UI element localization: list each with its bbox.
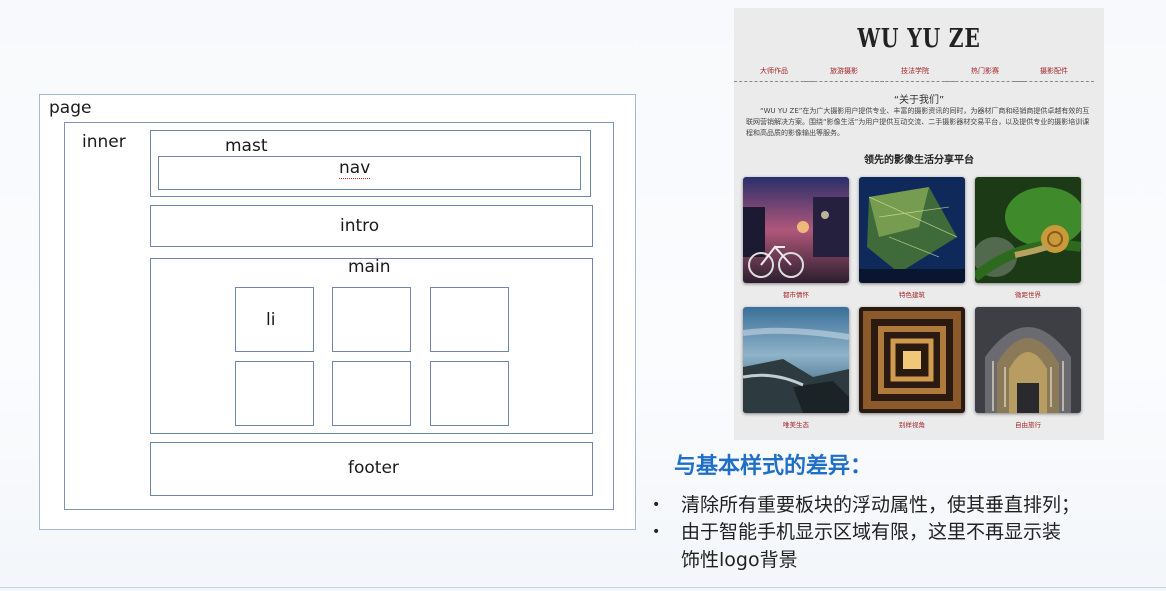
page-label: page bbox=[49, 98, 92, 118]
about-title: “关于我们” bbox=[893, 95, 945, 106]
gallery-caption: 特色建筑 bbox=[899, 291, 925, 299]
bullet-2-text-line1: 由于智能手机显示区域有限，这里不再显示装 bbox=[681, 521, 1062, 543]
gallery-caption: 都市情怀 bbox=[783, 291, 809, 299]
mock-nav-item[interactable]: 技法学院 bbox=[875, 66, 955, 82]
gallery-caption: 别样视角 bbox=[899, 421, 925, 429]
gallery-photo-coast[interactable] bbox=[743, 307, 849, 413]
mock-nav-item[interactable]: 大师作品 bbox=[734, 66, 814, 82]
intro-label: intro bbox=[340, 216, 380, 236]
li-box bbox=[332, 361, 411, 426]
bullet-dot: • bbox=[652, 524, 661, 540]
gallery-photo-city[interactable] bbox=[743, 177, 849, 283]
gallery-caption: 自由旅行 bbox=[1015, 421, 1041, 429]
gallery-caption: 唯美生态 bbox=[783, 421, 809, 429]
gallery-photo-staircase[interactable] bbox=[859, 307, 965, 413]
gallery-photo-architecture[interactable] bbox=[859, 177, 965, 283]
mobile-page-mockup: WU YU ZE 大师作品 旅游摄影 技法学院 热门影赛 摄影配件 “关于我们”… bbox=[734, 8, 1104, 440]
bullet-dot: • bbox=[652, 497, 661, 513]
differences-heading: 与基本样式的差异： bbox=[674, 454, 873, 479]
gallery-photo-cathedral[interactable] bbox=[975, 307, 1081, 413]
about-text: “WU YU ZE”在为广大摄影用户提供专业、丰富的摄影资讯的同时，为器材厂商和… bbox=[746, 107, 1090, 137]
mast-label: mast bbox=[225, 136, 268, 156]
gallery-caption: 微距世界 bbox=[1015, 291, 1041, 299]
bullet-2-text-line2: 饰性logo背景 bbox=[681, 549, 798, 571]
li-label: li bbox=[266, 310, 276, 330]
li-box bbox=[235, 361, 314, 426]
li-box bbox=[430, 361, 509, 426]
tagline: 领先的影像生活分享平台 bbox=[864, 155, 974, 166]
slide-bottom-rule bbox=[0, 587, 1166, 588]
mock-nav-item[interactable]: 旅游摄影 bbox=[804, 66, 884, 82]
nav-label: nav bbox=[339, 158, 371, 179]
li-box bbox=[430, 287, 509, 352]
li-box bbox=[332, 287, 411, 352]
site-logo: WU YU ZE bbox=[857, 24, 981, 54]
mock-nav-item[interactable]: 摄影配件 bbox=[1014, 66, 1094, 82]
mock-nav-item[interactable]: 热门影赛 bbox=[945, 66, 1025, 82]
bullet-1-text: 清除所有重要板块的浮动属性，使其垂直排列； bbox=[681, 494, 1081, 516]
footer-label: footer bbox=[348, 458, 399, 478]
inner-label: inner bbox=[82, 132, 126, 152]
gallery-photo-snail[interactable] bbox=[975, 177, 1081, 283]
main-label: main bbox=[348, 257, 391, 277]
